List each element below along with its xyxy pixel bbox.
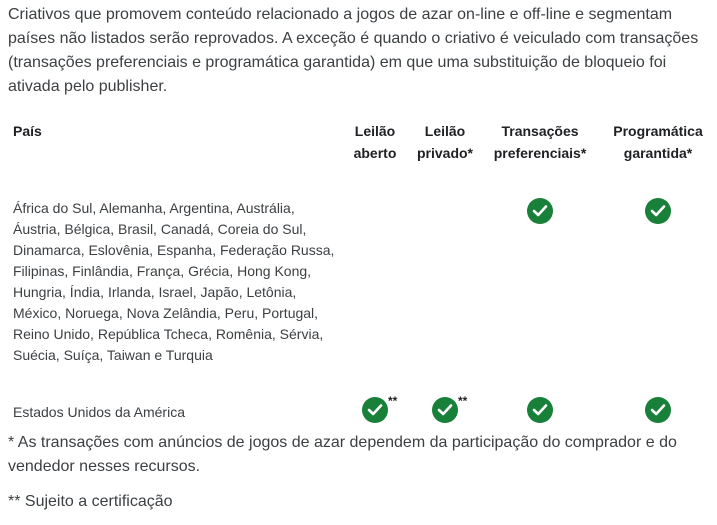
open-auction-cell: **	[341, 382, 409, 423]
preferred-deals-cell	[481, 164, 599, 382]
header-country: País	[13, 123, 42, 139]
country-list: África do Sul, Alemanha, Argentina, Aust…	[13, 200, 335, 363]
table-row: Estados Unidos da América ** **	[0, 382, 717, 423]
country-list: Estados Unidos da América	[13, 404, 185, 420]
private-auction-cell: **	[409, 382, 481, 423]
table-row: África do Sul, Alemanha, Argentina, Aust…	[0, 164, 717, 382]
programmatic-guaranteed-cell	[599, 164, 717, 382]
check-circle-icon	[362, 397, 388, 423]
table-header-row: País Leilão aberto Leilão privado* Trans…	[0, 110, 717, 164]
header-programmatic-guaranteed: Programática garantida*	[613, 123, 703, 161]
open-auction-cell	[341, 164, 409, 382]
header-open-auction: Leilão aberto	[353, 123, 397, 161]
header-private-auction: Leilão privado*	[416, 123, 473, 161]
preferred-deals-cell	[481, 382, 599, 423]
check-circle-icon	[527, 397, 553, 423]
check-circle-icon	[645, 198, 671, 224]
header-preferred-deals: Transações preferenciais*	[493, 123, 587, 161]
certification-note-marker: **	[388, 394, 398, 408]
footnote-single-asterisk: * As transações com anúncios de jogos de…	[8, 434, 677, 475]
footnote-double-asterisk: ** Sujeito a certificação	[8, 493, 173, 510]
check-circle-icon	[645, 397, 671, 423]
certification-note-marker: **	[458, 394, 468, 408]
programmatic-guaranteed-cell	[599, 382, 717, 423]
intro-paragraph: Criativos que promovem conteúdo relacion…	[8, 6, 699, 95]
gambling-policy-table: País Leilão aberto Leilão privado* Trans…	[0, 110, 717, 423]
check-circle-icon	[432, 397, 458, 423]
check-circle-icon	[527, 198, 553, 224]
private-auction-cell	[409, 164, 481, 382]
